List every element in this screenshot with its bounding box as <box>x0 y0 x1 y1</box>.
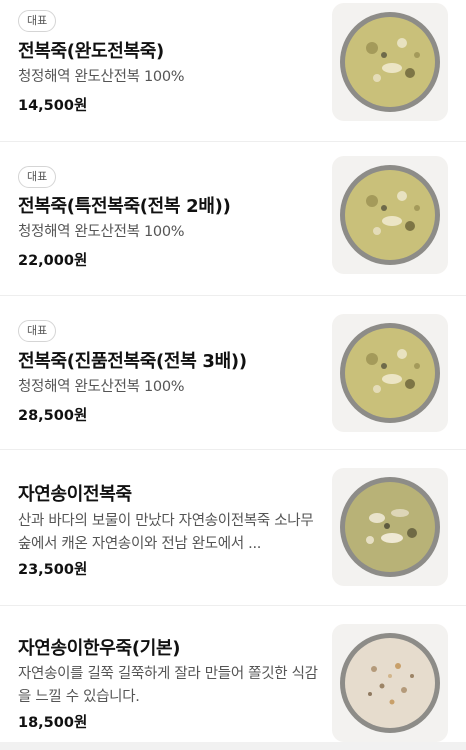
menu-item-price: 23,500원 <box>18 562 88 578</box>
mushroom-abalone-porridge-image[interactable] <box>332 468 448 586</box>
menu-item-description: 자연송이를 길쭉 길쭉하게 잘라 만들어 쫄깃한 식감을 느낄 수 있습니다. <box>18 666 318 705</box>
mushroom-beef-porridge-image[interactable] <box>332 624 448 742</box>
menu-item-name: 자연송이한우죽(기본) <box>18 638 181 659</box>
menu-item[interactable]: 대표 전복죽(완도전복죽) 청정해역 완도산전복 100% 14,500원 <box>0 0 466 142</box>
bottom-divider <box>0 742 466 750</box>
menu-item-name: 전복죽(특전복죽(전복 2배)) <box>18 196 231 217</box>
menu-item[interactable]: 대표 전복죽(특전복죽(전복 2배)) 청정해역 완도산전복 100% 22,0… <box>0 142 466 296</box>
abalone-porridge-image[interactable] <box>332 3 448 121</box>
menu-item-name: 전복죽(완도전복죽) <box>18 41 164 62</box>
menu-item-price: 14,500원 <box>18 98 88 114</box>
signature-badge: 대표 <box>18 10 57 32</box>
menu-item-description: 산과 바다의 보물이 만났다 자연송이전복죽 소나무 숲에서 캐온 자연송이와 … <box>18 513 314 552</box>
menu-list: 대표 전복죽(완도전복죽) 청정해역 완도산전복 100% 14,500원 대표… <box>0 0 466 750</box>
menu-item-name: 전복죽(진품전복죽(전복 3배)) <box>18 351 247 372</box>
abalone-porridge-image[interactable] <box>332 156 448 274</box>
signature-badge: 대표 <box>18 320 57 342</box>
menu-item-price: 22,000원 <box>18 253 88 269</box>
menu-item-price: 28,500원 <box>18 408 88 424</box>
menu-item-description: 청정해역 완도산전복 100% <box>18 224 185 240</box>
abalone-porridge-image[interactable] <box>332 314 448 432</box>
menu-item-name: 자연송이전복죽 <box>18 484 132 505</box>
menu-item-description: 청정해역 완도산전복 100% <box>18 379 185 395</box>
signature-badge: 대표 <box>18 166 57 188</box>
menu-item-description: 청정해역 완도산전복 100% <box>18 69 185 85</box>
menu-item[interactable]: 자연송이한우죽(기본) 자연송이를 길쭉 길쭉하게 잘라 만들어 쫄깃한 식감을… <box>0 606 466 742</box>
menu-item[interactable]: 대표 전복죽(진품전복죽(전복 3배)) 청정해역 완도산전복 100% 28,… <box>0 296 466 450</box>
menu-item-price: 18,500원 <box>18 715 88 731</box>
menu-item[interactable]: 자연송이전복죽 산과 바다의 보물이 만났다 자연송이전복죽 소나무 숲에서 캐… <box>0 450 466 606</box>
